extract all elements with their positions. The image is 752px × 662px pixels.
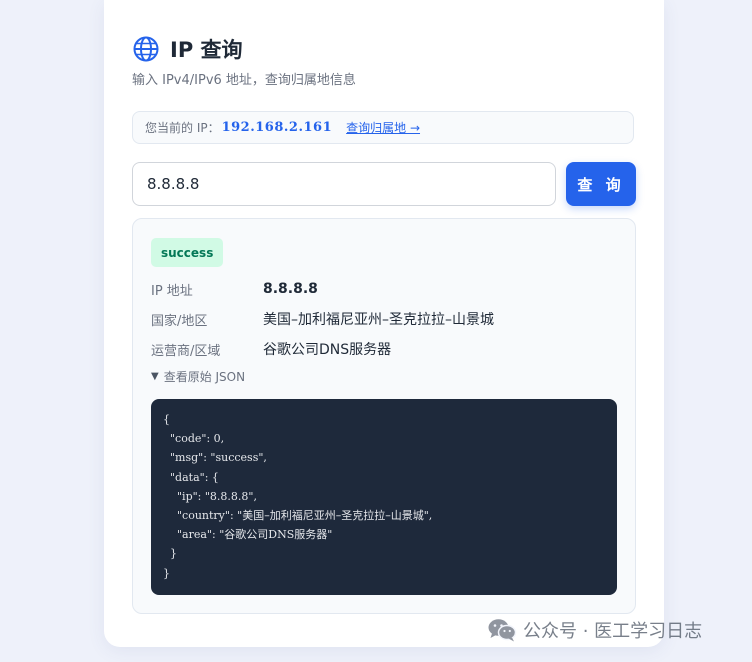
status-badge: success [151,238,224,267]
info-label: 国家/地区 [151,313,208,329]
ip-lookup-card: IP 查询 输入 IPv4/IPv6 地址，查询归属地信息 您当前的 IP： 1… [104,0,664,647]
triangle-down-icon: ▼ [151,371,159,382]
result-panel: success IP 地址 8.8.8.8 国家/地区 美国–加利福尼亚州–圣克… [132,218,636,614]
info-label: IP 地址 [151,283,193,299]
globe-icon [133,36,159,62]
info-value: 谷歌公司DNS服务器 [263,342,392,358]
lookup-current-ip-link[interactable]: 查询归属地 → [346,119,420,136]
watermark: 公众号 · 医工学习日志 [487,617,702,643]
raw-json-code: { "code": 0, "msg": "success", "data": {… [151,399,617,595]
info-row-country: 国家/地区 美国–加利福尼亚州–圣克拉拉–山景城 [151,308,494,330]
watermark-text: 公众号 · 医工学习日志 [523,621,703,642]
info-value: 美国–加利福尼亚州–圣克拉拉–山景城 [263,312,494,328]
title-row: IP 查询 [132,34,243,64]
current-ip-label: 您当前的 IP： [145,121,220,135]
raw-json-toggle[interactable]: ▼ 查看原始 JSON [151,368,245,385]
info-row-ip: IP 地址 8.8.8.8 [151,278,318,300]
ip-search-input[interactable] [132,162,556,206]
raw-json-toggle-label: 查看原始 JSON [163,370,246,384]
page-subtitle: 输入 IPv4/IPv6 地址，查询归属地信息 [132,73,356,88]
info-value: 8.8.8.8 [263,281,318,297]
query-button[interactable]: 查 询 [566,162,636,206]
current-ip-bar: 您当前的 IP： 192.168.2.161 查询归属地 → [132,111,634,144]
info-label: 运营商/区域 [151,343,221,359]
current-ip-value: 192.168.2.161 [221,120,333,135]
wechat-icon [488,619,517,642]
page-title: IP 查询 [170,38,243,62]
info-row-isp: 运营商/区域 谷歌公司DNS服务器 [151,338,391,360]
